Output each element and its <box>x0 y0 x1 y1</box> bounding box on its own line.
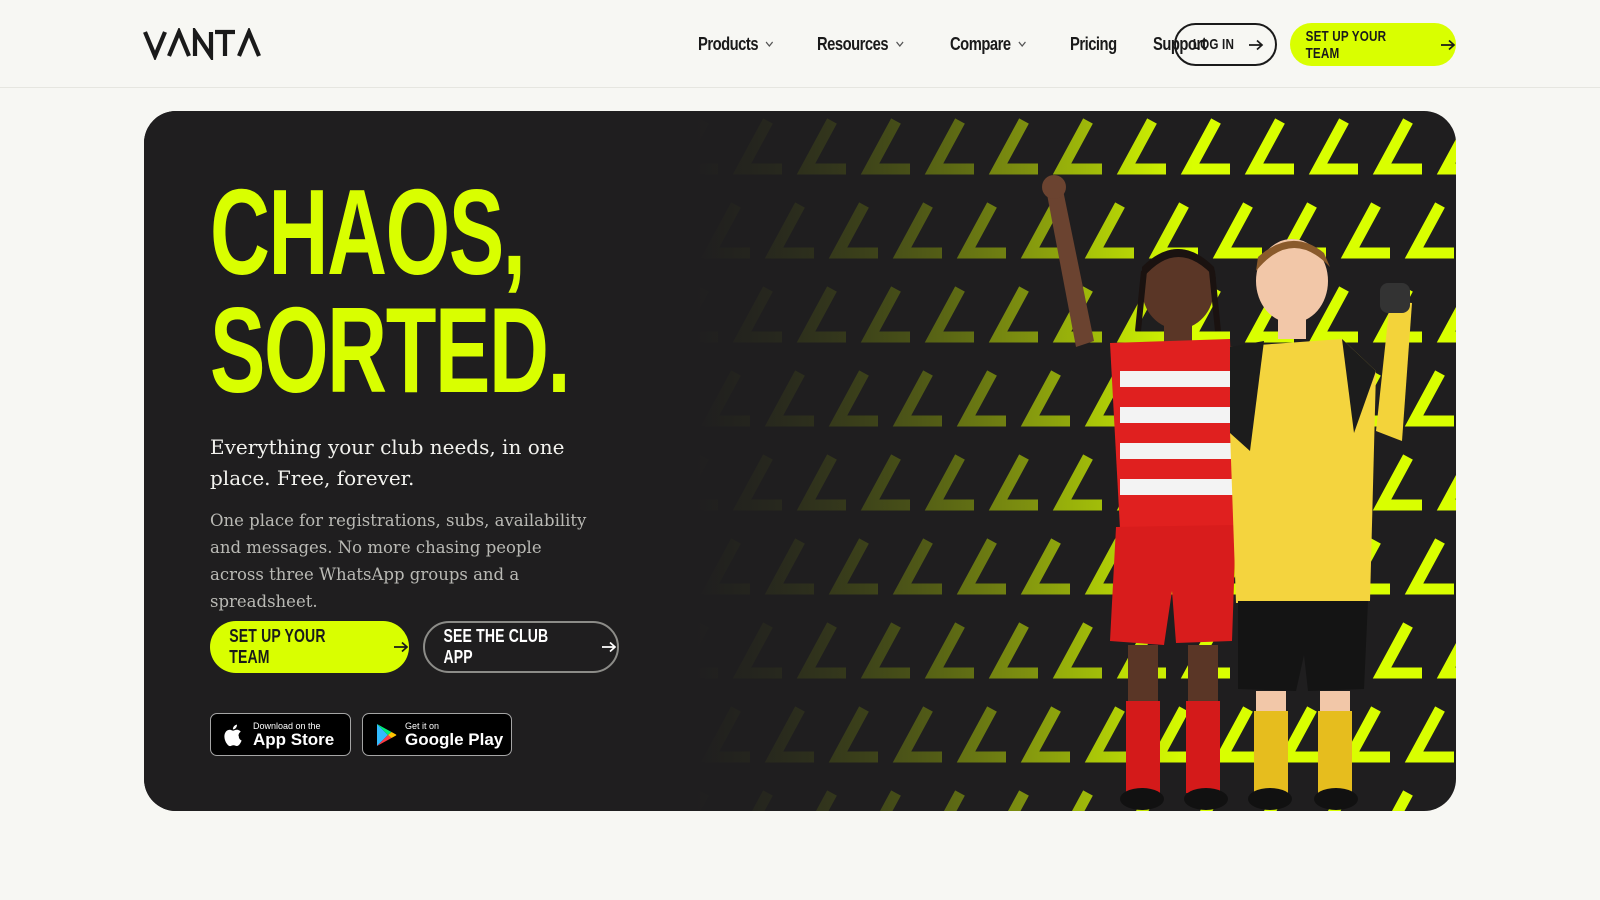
nav-pricing-label: Pricing <box>1069 33 1117 54</box>
apple-icon <box>223 723 245 747</box>
arrow-right-icon <box>1248 39 1264 51</box>
hero-lead: Everything your club needs, in one place… <box>210 435 565 490</box>
hero-subtext: One place for registrations, subs, avail… <box>210 511 587 611</box>
arrow-right-icon <box>393 641 409 653</box>
arrow-right-icon <box>601 641 617 653</box>
google-play-icon <box>375 723 397 747</box>
chevron-down-icon <box>1017 38 1027 50</box>
app-store-small-text: Download on the <box>253 720 321 731</box>
see-club-app-label: SEE THE CLUB APP <box>443 626 549 667</box>
setup-team-button[interactable]: SET UP YOUR TEAM <box>210 621 409 673</box>
login-button-label: LOG IN <box>1192 36 1235 53</box>
header-setup-team-label: SET UP YOUR TEAM <box>1305 27 1387 62</box>
nav-resources-label: Resources <box>817 33 889 54</box>
headline-line-2: SORTED. <box>210 282 571 418</box>
arrow-right-icon <box>1440 39 1456 51</box>
nav-resources[interactable]: Resources <box>817 34 904 55</box>
vanta-logo[interactable] <box>143 28 267 60</box>
google-play-small-text: Get it on <box>405 720 440 731</box>
google-play-badge[interactable]: Get it on Google Play <box>362 713 512 756</box>
nav-pricing[interactable]: Pricing <box>1070 34 1117 55</box>
nav-compare[interactable]: Compare <box>950 34 1027 55</box>
chevron-down-icon <box>765 38 775 50</box>
app-store-badge[interactable]: Download on the App Store <box>210 713 351 756</box>
nav-products[interactable]: Products <box>698 34 774 55</box>
girl-figure <box>1042 175 1236 810</box>
app-store-big-text: App Store <box>253 729 335 749</box>
nav-products-label: Products <box>698 33 759 54</box>
google-play-big-text: Google Play <box>405 729 504 749</box>
hero-headline: CHAOS, SORTED. <box>210 164 571 418</box>
kids-photo <box>1024 171 1444 811</box>
setup-team-label: SET UP YOUR TEAM <box>229 626 326 667</box>
chevron-down-icon <box>895 38 905 50</box>
see-club-app-button[interactable]: SEE THE CLUB APP <box>423 621 619 673</box>
login-button[interactable]: LOG IN <box>1174 23 1277 66</box>
boy-figure <box>1230 239 1412 810</box>
nav-compare-label: Compare <box>949 33 1011 54</box>
hero-section: CHAOS, SORTED. Everything your club need… <box>144 111 1456 811</box>
site-header: Products Resources Compare Pricing Suppo… <box>0 0 1600 88</box>
headline-line-1: CHAOS, <box>210 164 526 300</box>
main-nav: Products Resources Compare Pricing Suppo… <box>698 28 1243 60</box>
header-setup-team-button[interactable]: SET UP YOUR TEAM <box>1290 23 1456 66</box>
